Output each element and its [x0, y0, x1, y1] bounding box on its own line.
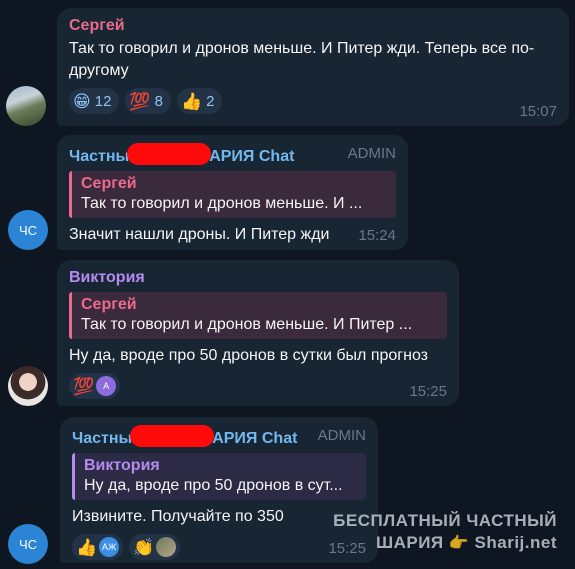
- redaction-mark: [130, 425, 215, 447]
- message-bubble[interactable]: Виктория Сергей Так то говорил и дронов …: [57, 260, 459, 406]
- reactor-avatar: A: [96, 376, 117, 396]
- watermark: БЕСПЛАТНЫЙ ЧАСТНЫЙ ШАРИЯ 👉 Sharij.net: [333, 510, 557, 555]
- avatar[interactable]: [8, 366, 48, 406]
- reply-sender: Сергей: [81, 296, 137, 313]
- reaction-count: 2: [206, 92, 215, 110]
- reaction-count: 8: [154, 92, 163, 110]
- reaction-chip[interactable]: 💯 A: [69, 373, 121, 399]
- reply-text: Ну да, вроде про 50 дронов в сут...: [84, 477, 343, 494]
- reaction-chip[interactable]: 💯 8: [125, 88, 171, 114]
- reply-preview[interactable]: Виктория Ну да, вроде про 50 дронов в су…: [72, 453, 366, 500]
- thumbs-up-icon: 👍: [180, 91, 203, 111]
- sender-name[interactable]: Виктория: [69, 268, 447, 288]
- message-text: Ну да, вроде про 50 дронов в сутки был п…: [69, 347, 428, 364]
- avatar[interactable]: ЧС: [8, 524, 48, 564]
- hundred-points-icon: 💯: [129, 91, 151, 111]
- message-text: Значит нашли дроны. И Питер жди: [69, 226, 330, 243]
- sender-name-suffix: АРИЯ Chat: [209, 148, 295, 165]
- reactor-avatar: АЖ: [99, 537, 120, 557]
- reactor-avatar: [156, 537, 177, 557]
- sender-name-prefix: Частны: [72, 430, 133, 447]
- message-time: 15:25: [409, 383, 447, 400]
- reactions: 😁 12 💯 8 👍 2: [69, 88, 557, 114]
- grinning-face-icon: 😁: [73, 91, 91, 111]
- message-text: Извините. Получайте по 350: [72, 508, 284, 525]
- sender-name-suffix: АРИЯ Chat: [212, 430, 298, 447]
- watermark-site: Sharij.net: [474, 533, 557, 552]
- message-bubble[interactable]: Частны АРИЯ Chat ADMIN Виктория Ну да, вр…: [60, 417, 378, 563]
- watermark-line1: БЕСПЛАТНЫЙ ЧАСТНЫЙ: [333, 511, 557, 530]
- pointing-hand-icon: 👉: [448, 535, 470, 552]
- watermark-name: ШАРИЯ: [376, 533, 444, 552]
- message-bubble[interactable]: Сергей Так то говорил и дронов меньше. И…: [57, 8, 569, 126]
- reactions: 👍 АЖ 👏: [72, 534, 366, 560]
- hundred-points-icon: 💯: [73, 376, 95, 396]
- redaction-mark: [127, 143, 212, 165]
- reaction-chip[interactable]: 👍 АЖ: [72, 534, 124, 560]
- admin-badge: ADMIN: [347, 145, 396, 162]
- reactions: 💯 A: [69, 373, 447, 399]
- reply-sender: Сергей: [81, 175, 137, 192]
- reply-preview[interactable]: Сергей Так то говорил и дронов меньше. И…: [69, 171, 396, 218]
- avatar[interactable]: ЧС: [8, 210, 48, 250]
- reaction-chip[interactable]: 👏: [129, 534, 181, 560]
- sender-name-prefix: Частны: [69, 148, 130, 165]
- clapping-hands-icon: 👏: [133, 537, 155, 557]
- message-time: 15:07: [519, 103, 557, 120]
- sender-name[interactable]: Сергей: [69, 16, 557, 36]
- message-text: Так то говорил и дронов меньше. И Питер …: [69, 40, 535, 79]
- reaction-chip[interactable]: 👍 2: [176, 88, 223, 114]
- message-bubble[interactable]: Частны АРИЯ Chat ADMIN Сергей Так то гово…: [57, 135, 408, 250]
- reaction-chip[interactable]: 😁 12: [69, 88, 120, 114]
- thumbs-up-icon: 👍: [76, 537, 98, 557]
- reaction-count: 12: [94, 92, 112, 110]
- avatar[interactable]: [6, 86, 46, 126]
- admin-badge: ADMIN: [317, 427, 366, 444]
- reply-sender: Виктория: [84, 457, 160, 474]
- reply-preview[interactable]: Сергей Так то говорил и дронов меньше. И…: [69, 292, 447, 339]
- watermark-line2: ШАРИЯ 👉 Sharij.net: [333, 532, 557, 555]
- reply-text: Так то говорил и дронов меньше. И ...: [81, 195, 363, 212]
- message-time: 15:24: [358, 227, 396, 244]
- reply-text: Так то говорил и дронов меньше. И Питер …: [81, 316, 413, 333]
